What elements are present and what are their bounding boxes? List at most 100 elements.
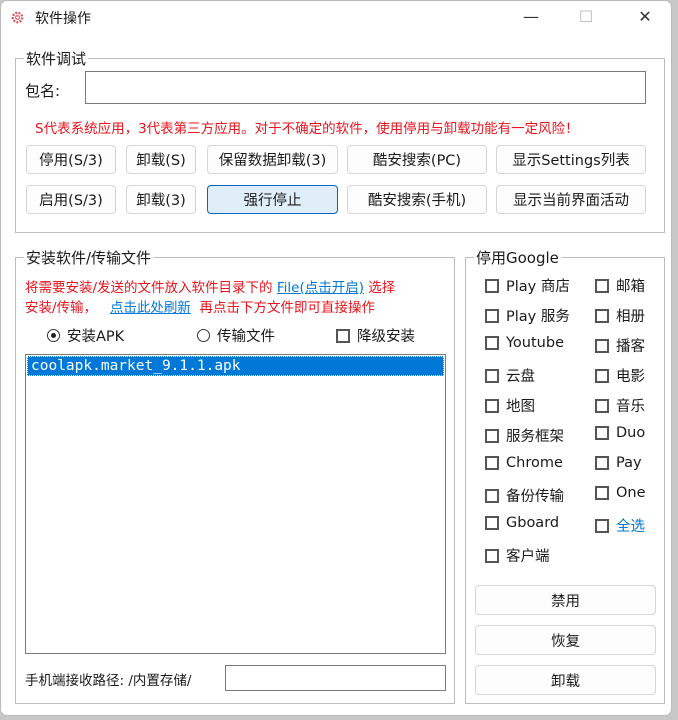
checkbox-icon	[485, 336, 499, 350]
checkbox-icon	[595, 486, 609, 500]
google-checkbox[interactable]: 客户端	[485, 545, 550, 566]
google-checkbox[interactable]: Chrome	[485, 455, 563, 471]
coolapk-search-phone-button[interactable]: 酷安搜索(手机)	[347, 185, 487, 214]
google-restore-button[interactable]: 恢复	[475, 625, 656, 655]
google-checkbox[interactable]: 云盘	[485, 365, 535, 386]
checkbox-label: Gboard	[506, 515, 560, 531]
checkbox-label: 相册	[616, 309, 645, 325]
checkbox-icon	[485, 456, 499, 470]
checkbox-icon	[485, 428, 499, 443]
checkbox-label: 降级安装	[357, 329, 415, 345]
open-file-folder-link[interactable]: File(点击开启)	[277, 280, 364, 296]
hint-text: 将需要安装/发送的文件放入软件目录下的	[25, 280, 273, 296]
checkbox-label: 客户端	[506, 549, 550, 565]
checkbox-label: 电影	[616, 369, 645, 385]
checkbox-label: 播客	[616, 339, 645, 355]
google-checkbox[interactable]: 邮箱	[595, 275, 645, 296]
checkbox-label: 云盘	[506, 369, 535, 385]
checkbox-label: Youtube	[506, 335, 564, 351]
google-checkbox[interactable]: 音乐	[595, 395, 645, 416]
checkbox-icon	[595, 338, 609, 353]
google-checkbox[interactable]: One	[595, 485, 646, 501]
checkbox-icon	[485, 488, 499, 503]
gear-icon	[11, 11, 24, 24]
google-checkbox[interactable]: Duo	[595, 425, 645, 441]
google-checkbox[interactable]: Play 商店	[485, 275, 570, 296]
checkbox-label: Duo	[616, 425, 646, 441]
uninstall-third-party-button[interactable]: 卸载(3)	[126, 185, 196, 214]
checkbox-icon	[595, 368, 609, 383]
google-legend: 停用Google	[474, 247, 561, 268]
checkbox-icon	[485, 516, 499, 530]
hint-text: 再点击下方文件即可直接操作	[199, 300, 376, 316]
disable-button[interactable]: 停用(S/3)	[26, 145, 116, 174]
checkbox-icon	[485, 548, 499, 563]
show-current-activity-button[interactable]: 显示当前界面活动	[496, 185, 646, 214]
maximize-button[interactable]: ☐	[574, 7, 598, 26]
radio-install-apk[interactable]: 安装APK	[47, 325, 124, 346]
package-label: 包名:	[25, 82, 61, 100]
hint-text: 选择	[368, 280, 396, 296]
uninstall-keep-data-button[interactable]: 保留数据卸载(3)	[207, 145, 338, 174]
google-checkbox[interactable]: Play 服务	[485, 305, 570, 326]
checkbox-label: Play 服务	[506, 309, 570, 325]
file-list[interactable]: coolapk.market_9.1.1.apk	[25, 354, 446, 654]
package-input[interactable]	[85, 71, 646, 104]
checkbox-icon	[485, 368, 499, 383]
show-settings-list-button[interactable]: 显示Settings列表	[496, 145, 646, 174]
checkbox-label: Pay	[616, 455, 642, 471]
path-input[interactable]	[225, 665, 446, 691]
checkbox-label: 全选	[616, 519, 645, 535]
radio-label: 安装APK	[67, 329, 125, 345]
checkbox-icon	[595, 426, 609, 440]
google-checkbox[interactable]: 电影	[595, 365, 645, 386]
checkbox-icon	[595, 518, 609, 533]
radio-label: 传输文件	[217, 329, 275, 345]
checkbox-icon	[595, 308, 609, 323]
google-checkbox[interactable]: Gboard	[485, 515, 559, 531]
path-label: 手机端接收路径: /内置存储/	[25, 673, 192, 689]
enable-button[interactable]: 启用(S/3)	[26, 185, 116, 214]
google-checkbox[interactable]: Youtube	[485, 335, 564, 351]
radio-unchecked-icon	[197, 329, 210, 342]
checkbox-label: Play 商店	[506, 279, 570, 295]
google-checkbox[interactable]: 播客	[595, 335, 645, 356]
radio-transfer-file[interactable]: 传输文件	[197, 325, 275, 346]
install-hint-line1: 将需要安装/发送的文件放入软件目录下的 File(点击开启) 选择	[25, 276, 395, 296]
google-checkbox[interactable]: Pay	[595, 455, 642, 471]
checkbox-label: Chrome	[506, 455, 563, 471]
checkbox-icon	[595, 278, 609, 293]
hint-text: 安装/传输，	[25, 300, 98, 316]
checkbox-icon	[595, 456, 609, 470]
google-checkbox[interactable]: 服务框架	[485, 425, 564, 446]
coolapk-search-pc-button[interactable]: 酷安搜索(PC)	[347, 145, 487, 174]
google-checkbox[interactable]: 地图	[485, 395, 535, 416]
downgrade-checkbox[interactable]: 降级安装	[336, 325, 415, 346]
minimize-button[interactable]: —	[519, 7, 543, 26]
google-disable-button[interactable]: 禁用	[475, 585, 656, 615]
google-uninstall-button[interactable]: 卸载	[475, 665, 656, 695]
app-window: 软件操作 — ☐ ✕ 软件调试 包名: S代表系统应用，3代表第三方应用。对于不…	[0, 0, 672, 716]
checkbox-icon	[595, 398, 609, 413]
file-list-item[interactable]: coolapk.market_9.1.1.apk	[27, 356, 444, 376]
refresh-link[interactable]: 点击此处刷新	[110, 300, 191, 316]
debug-legend: 软件调试	[24, 48, 89, 69]
force-stop-button[interactable]: 强行停止	[207, 185, 338, 214]
window-title: 软件操作	[35, 11, 91, 27]
checkbox-label: One	[616, 485, 646, 501]
checkbox-label: 邮箱	[616, 279, 645, 295]
warning-text: S代表系统应用，3代表第三方应用。对于不确定的软件，使用停用与卸载功能有一定风险…	[35, 121, 579, 137]
checkbox-icon	[485, 278, 499, 293]
install-legend: 安装软件/传输文件	[24, 247, 154, 268]
google-checkbox[interactable]: 相册	[595, 305, 645, 326]
checkbox-label: 地图	[506, 399, 535, 415]
checkbox-label: 备份传输	[506, 489, 564, 505]
checkbox-label: 音乐	[616, 399, 645, 415]
uninstall-system-button[interactable]: 卸载(S)	[126, 145, 196, 174]
google-checkbox[interactable]: 全选	[595, 515, 645, 536]
checkbox-icon	[485, 308, 499, 323]
close-button[interactable]: ✕	[633, 7, 657, 26]
checkbox-icon	[336, 328, 350, 343]
google-checkbox[interactable]: 备份传输	[485, 485, 564, 506]
checkbox-label: 服务框架	[506, 429, 564, 445]
